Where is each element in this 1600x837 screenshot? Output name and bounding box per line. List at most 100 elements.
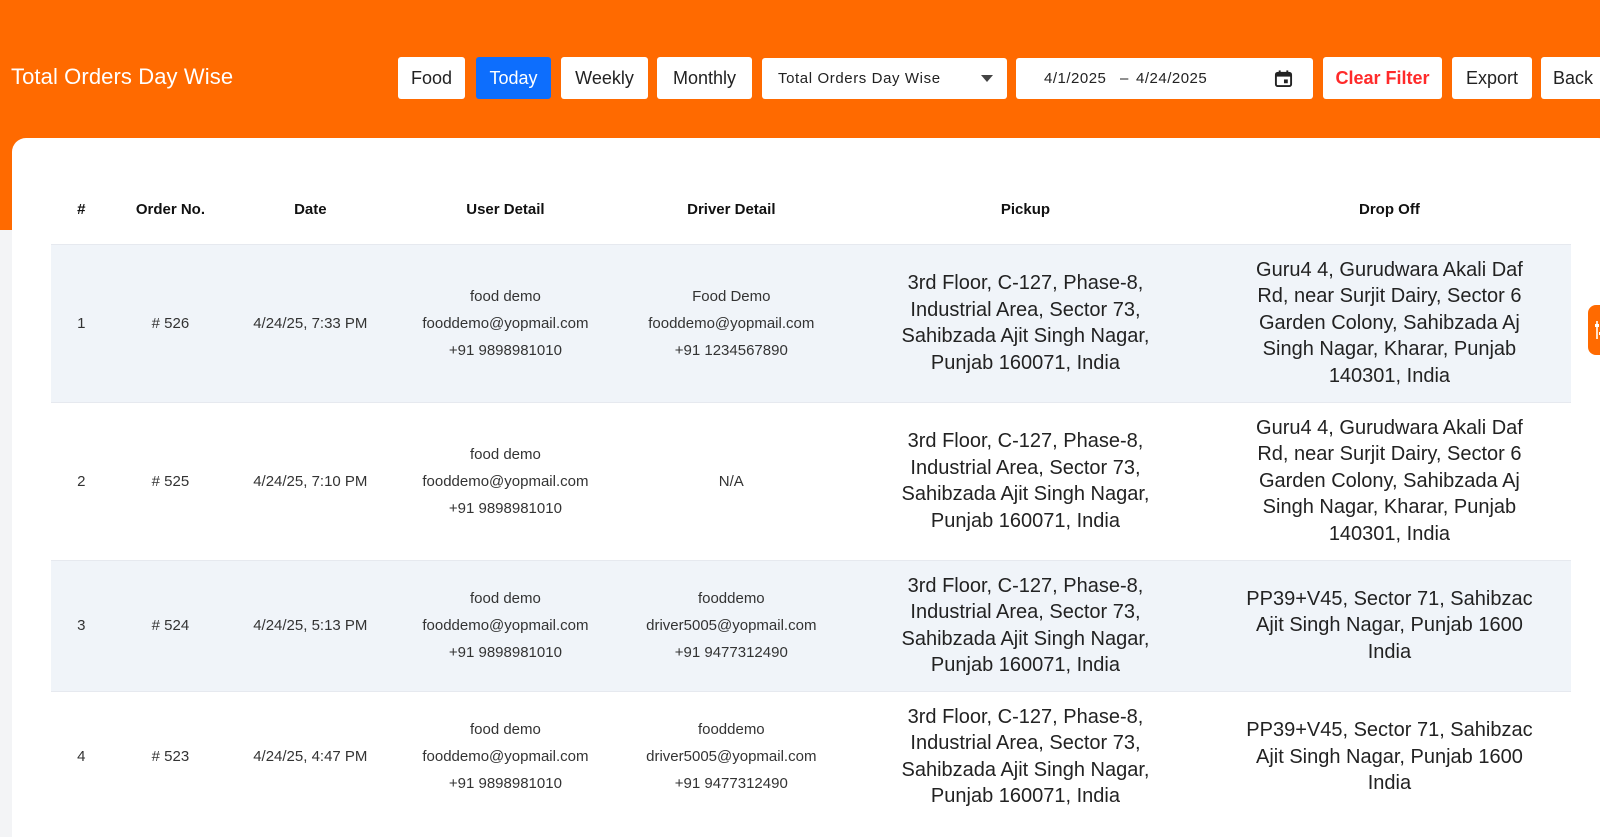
driver-phone: +91 1234567890: [674, 341, 788, 359]
pickup-line: Sahibzada Ajit Singh Nagar,: [901, 325, 1150, 347]
user-name: food demo: [469, 287, 541, 305]
pickup-line: Industrial Area, Sector 73,: [910, 298, 1141, 321]
user-phone: +91 9898981010: [448, 499, 562, 517]
driver-name: fooddemo: [697, 590, 765, 607]
dropoff-line: Garden Colony, Sahibzada Aj: [1258, 311, 1520, 334]
pickup-line: 3rd Floor, C-127, Phase-8,: [907, 430, 1144, 452]
pickup-line: 3rd Floor, C-127, Phase-8,: [907, 272, 1144, 294]
dropoff-address: PP39+V45, Sector 71, Sahibzac Ajit Singh…: [1208, 691, 1571, 822]
driver-email: driver5005@yopmail.com: [646, 617, 817, 634]
pickup-line: Punjab 160071, India: [930, 509, 1120, 532]
order-number: # 526: [151, 314, 190, 332]
date-range-start: 4/1/2025: [1044, 70, 1107, 87]
chevron-down-icon: [981, 75, 993, 82]
pickup-address: 3rd Floor, C-127, Phase-8, Industrial Ar…: [843, 560, 1208, 691]
table-row[interactable]: 4 # 523 4/24/25, 4:47 PM food demo foodd…: [51, 691, 1571, 822]
column-header-user-detail: User Detail: [466, 201, 545, 219]
pickup-line: Punjab 160071, India: [930, 785, 1120, 808]
column-header-order-no: Order No.: [135, 201, 206, 219]
driver-email: fooddemo@yopmail.com: [648, 314, 815, 332]
user-detail: food demo fooddemo@yopmail.com +91 98989…: [391, 691, 619, 822]
row-index: 1: [77, 314, 86, 332]
pickup-line: Industrial Area, Sector 73,: [910, 601, 1141, 623]
user-detail: food demo fooddemo@yopmail.com +91 98989…: [391, 402, 619, 560]
dropoff-line: Garden Colony, Sahibzada Aj: [1258, 469, 1520, 492]
weekly-button[interactable]: Weekly: [561, 57, 648, 99]
clear-filter-button[interactable]: Clear Filter: [1323, 57, 1442, 99]
dropoff-address: Guru4 4, Gurudwara Akali Daf Rd, near Su…: [1208, 244, 1571, 402]
food-button[interactable]: Food: [398, 57, 465, 99]
calendar-icon[interactable]: [1274, 69, 1293, 88]
dropoff-line: Guru4 4, Gurudwara Akali Daf: [1256, 258, 1523, 281]
date-range-separator: –: [1120, 70, 1129, 87]
order-date: 4/24/25, 7:10 PM: [253, 472, 368, 490]
date-range-picker[interactable]: 4/1/2025 – 4/24/2025: [1016, 58, 1313, 99]
side-settings-tab[interactable]: [1588, 305, 1600, 355]
row-index: 4: [77, 748, 86, 766]
user-phone: +91 9898981010: [448, 775, 562, 793]
monthly-button[interactable]: Monthly: [657, 57, 752, 99]
user-name: food demo: [469, 445, 541, 463]
table-header-row: # Order No. Date User Detail Driver Deta…: [51, 176, 1571, 244]
column-header-driver-detail: Driver Detail: [687, 201, 776, 219]
dropoff-line: Ajit Singh Nagar, Punjab 1600: [1256, 745, 1523, 768]
table-row[interactable]: 1 # 526 4/24/25, 7:33 PM food demo foodd…: [51, 244, 1571, 402]
date-range-end: 4/24/2025: [1136, 70, 1208, 87]
pickup-line: Industrial Area, Sector 73,: [910, 456, 1141, 479]
order-date: 4/24/25, 5:13 PM: [253, 617, 368, 634]
sliders-icon: [1595, 321, 1600, 339]
order-date: 4/24/25, 4:47 PM: [253, 748, 368, 766]
driver-name: fooddemo: [697, 721, 765, 739]
table-row[interactable]: 3 # 524 4/24/25, 5:13 PM food demo foodd…: [51, 560, 1571, 691]
user-name: food demo: [469, 590, 541, 607]
report-select-value: Total Orders Day Wise: [778, 70, 941, 87]
page: Total Orders Day Wise Food Today Weekly …: [0, 0, 1600, 837]
pickup-address: 3rd Floor, C-127, Phase-8, Industrial Ar…: [843, 244, 1208, 402]
pickup-line: Sahibzada Ajit Singh Nagar,: [901, 758, 1150, 781]
pickup-line: 3rd Floor, C-127, Phase-8,: [907, 705, 1144, 728]
driver-phone: +91 9477312490: [674, 775, 788, 793]
today-button[interactable]: Today: [476, 57, 551, 99]
dropoff-line: India: [1367, 640, 1412, 663]
user-email: fooddemo@yopmail.com: [422, 748, 589, 766]
pickup-line: 3rd Floor, C-127, Phase-8,: [907, 574, 1144, 597]
dropoff-line: India: [1367, 772, 1412, 794]
report-select[interactable]: Total Orders Day Wise: [762, 58, 1007, 99]
dropoff-line: Ajit Singh Nagar, Punjab 1600: [1256, 614, 1523, 637]
user-email: fooddemo@yopmail.com: [422, 617, 589, 634]
column-header-date: Date: [294, 201, 327, 219]
driver-detail: fooddemo driver5005@yopmail.com +91 9477…: [620, 560, 844, 691]
user-detail: food demo fooddemo@yopmail.com +91 98989…: [391, 560, 619, 691]
pickup-address: 3rd Floor, C-127, Phase-8, Industrial Ar…: [843, 691, 1208, 822]
user-phone: +91 9898981010: [448, 644, 562, 661]
driver-name: Food Demo: [692, 287, 771, 305]
column-header-pickup: Pickup: [1000, 201, 1051, 219]
order-number: # 523: [151, 748, 190, 766]
orders-table: # Order No. Date User Detail Driver Deta…: [51, 176, 1571, 822]
pickup-line: Industrial Area, Sector 73,: [910, 732, 1141, 755]
order-number: # 524: [151, 617, 190, 634]
dropoff-line: 140301, India: [1328, 522, 1451, 545]
back-button[interactable]: Back: [1541, 57, 1600, 99]
column-header-index: #: [77, 201, 86, 219]
dropoff-line: Singh Nagar, Kharar, Punjab: [1262, 496, 1517, 519]
export-button[interactable]: Export: [1452, 57, 1532, 99]
driver-na: N/A: [718, 472, 744, 490]
pickup-line: Punjab 160071, India: [930, 351, 1120, 374]
column-header-drop-off: Drop Off: [1359, 201, 1420, 219]
dropoff-line: Guru4 4, Gurudwara Akali Daf: [1256, 416, 1523, 439]
user-phone: +91 9898981010: [448, 341, 562, 359]
pickup-line: Sahibzada Ajit Singh Nagar,: [901, 483, 1150, 505]
driver-detail: N/A: [620, 402, 844, 560]
dropoff-line: PP39+V45, Sector 71, Sahibzac: [1246, 587, 1533, 610]
dropoff-address: PP39+V45, Sector 71, Sahibzac Ajit Singh…: [1208, 560, 1571, 691]
dropoff-line: Rd, near Surjit Dairy, Sector 6: [1257, 285, 1522, 308]
driver-detail: Food Demo fooddemo@yopmail.com +91 12345…: [620, 244, 844, 402]
driver-phone: +91 9477312490: [674, 644, 788, 661]
dropoff-line: 140301, India: [1328, 364, 1451, 387]
dropoff-line: Rd, near Surjit Dairy, Sector 6: [1257, 443, 1522, 466]
pickup-line: Punjab 160071, India: [930, 654, 1120, 676]
driver-email: driver5005@yopmail.com: [646, 748, 817, 766]
table-row[interactable]: 2 # 525 4/24/25, 7:10 PM food demo foodd…: [51, 402, 1571, 560]
user-detail: food demo fooddemo@yopmail.com +91 98989…: [391, 244, 619, 402]
